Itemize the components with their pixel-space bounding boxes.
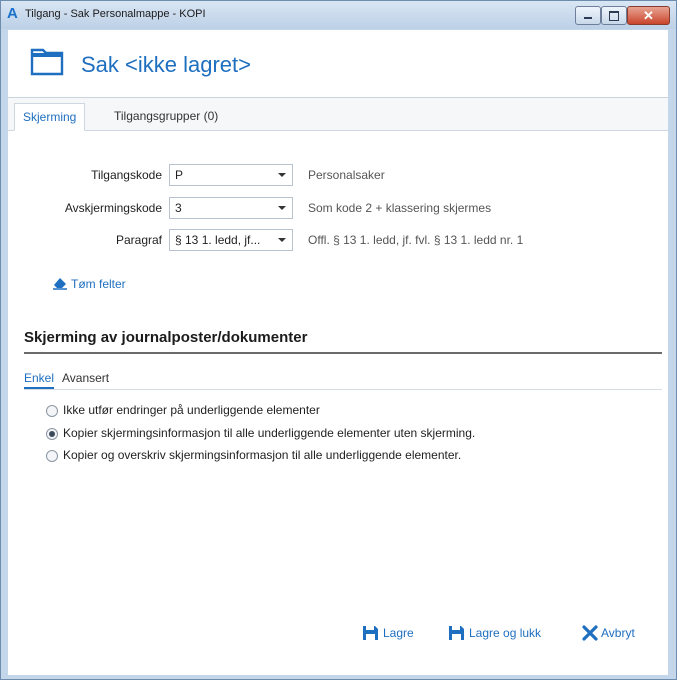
radio-option-label: Kopier skjermingsinformasjon til alle un… xyxy=(63,426,476,440)
clear-fields-label: Tøm felter xyxy=(71,277,126,291)
tab-bar: Skjerming Tilgangsgrupper (0) xyxy=(8,98,668,131)
application-window: A Tilgang - Sak Personalmappe - KOPI ✕ S… xyxy=(0,0,677,680)
paragraf-select[interactable]: § 13 1. ledd, jf... xyxy=(169,229,293,251)
subtab-enkel[interactable]: Enkel xyxy=(24,371,55,389)
form-row-tilgangskode: Tilgangskode P Personalsaker xyxy=(8,164,668,186)
section-divider xyxy=(24,352,662,354)
eraser-icon xyxy=(53,278,67,290)
close-window-button[interactable]: ✕ xyxy=(627,6,670,25)
window-title: Tilgang - Sak Personalmappe - KOPI xyxy=(25,8,206,20)
section-title: Skjerming av journalposter/dokumenter xyxy=(24,329,308,346)
avskjermingskode-select[interactable]: 3 xyxy=(169,197,293,219)
radio-option-label: Kopier og overskriv skjermingsinformasjo… xyxy=(63,448,462,462)
paragraf-value: § 13 1. ledd, jf... xyxy=(175,233,261,247)
folder-icon xyxy=(30,48,64,76)
form-row-avskjermingskode: Avskjermingskode 3 Som kode 2 + klasseri… xyxy=(8,197,668,219)
paragraf-description: Offl. § 13 1. ledd, jf. fvl. § 13 1. led… xyxy=(308,233,524,247)
save-icon xyxy=(363,626,378,640)
tab-tilgangsgrupper[interactable]: Tilgangsgrupper (0) xyxy=(106,103,226,129)
subtab-divider xyxy=(24,389,662,390)
tilgangskode-value: P xyxy=(175,168,184,182)
cancel-label: Avbryt xyxy=(601,626,635,640)
radio-button-selected[interactable] xyxy=(46,428,58,440)
tab-skjerming[interactable]: Skjerming xyxy=(14,103,86,131)
tilgangskode-description: Personalsaker xyxy=(308,168,385,182)
chevron-down-icon xyxy=(278,206,286,210)
title-bar[interactable]: A Tilgang - Sak Personalmappe - KOPI ✕ xyxy=(1,1,676,29)
radio-button[interactable] xyxy=(46,450,58,462)
save-and-close-label: Lagre og lukk xyxy=(469,626,542,640)
tilgangskode-label: Tilgangskode xyxy=(91,168,162,182)
tilgangskode-select[interactable]: P xyxy=(169,164,293,186)
subtab-avansert[interactable]: Avansert xyxy=(62,371,109,385)
paragraf-label: Paragraf xyxy=(115,233,162,247)
dialog-content: Sak <ikke lagret> Skjerming Tilgangsgrup… xyxy=(8,30,668,675)
minimize-button[interactable] xyxy=(575,6,601,25)
maximize-icon xyxy=(609,11,619,21)
close-icon: ✕ xyxy=(643,8,654,23)
avskjermingskode-label: Avskjermingskode xyxy=(64,201,162,215)
radio-button[interactable] xyxy=(46,405,58,417)
page-title: Sak <ikke lagret> xyxy=(81,52,251,77)
avskjermingskode-description: Som kode 2 + klassering skjermes xyxy=(308,201,492,215)
avskjermingskode-value: 3 xyxy=(175,201,182,215)
dialog-header: Sak <ikke lagret> xyxy=(8,30,668,98)
chevron-down-icon xyxy=(278,173,286,177)
radio-option-label: Ikke utfør endringer på underliggende el… xyxy=(63,403,320,417)
chevron-down-icon xyxy=(278,238,286,242)
minimize-icon xyxy=(584,17,592,19)
app-logo-icon: A xyxy=(7,5,18,22)
save-icon xyxy=(449,626,464,640)
form-row-paragraf: Paragraf § 13 1. ledd, jf... Offl. § 13 … xyxy=(8,229,668,251)
maximize-button[interactable] xyxy=(601,6,627,25)
save-label: Lagre xyxy=(383,626,414,640)
close-x-icon xyxy=(582,625,598,641)
